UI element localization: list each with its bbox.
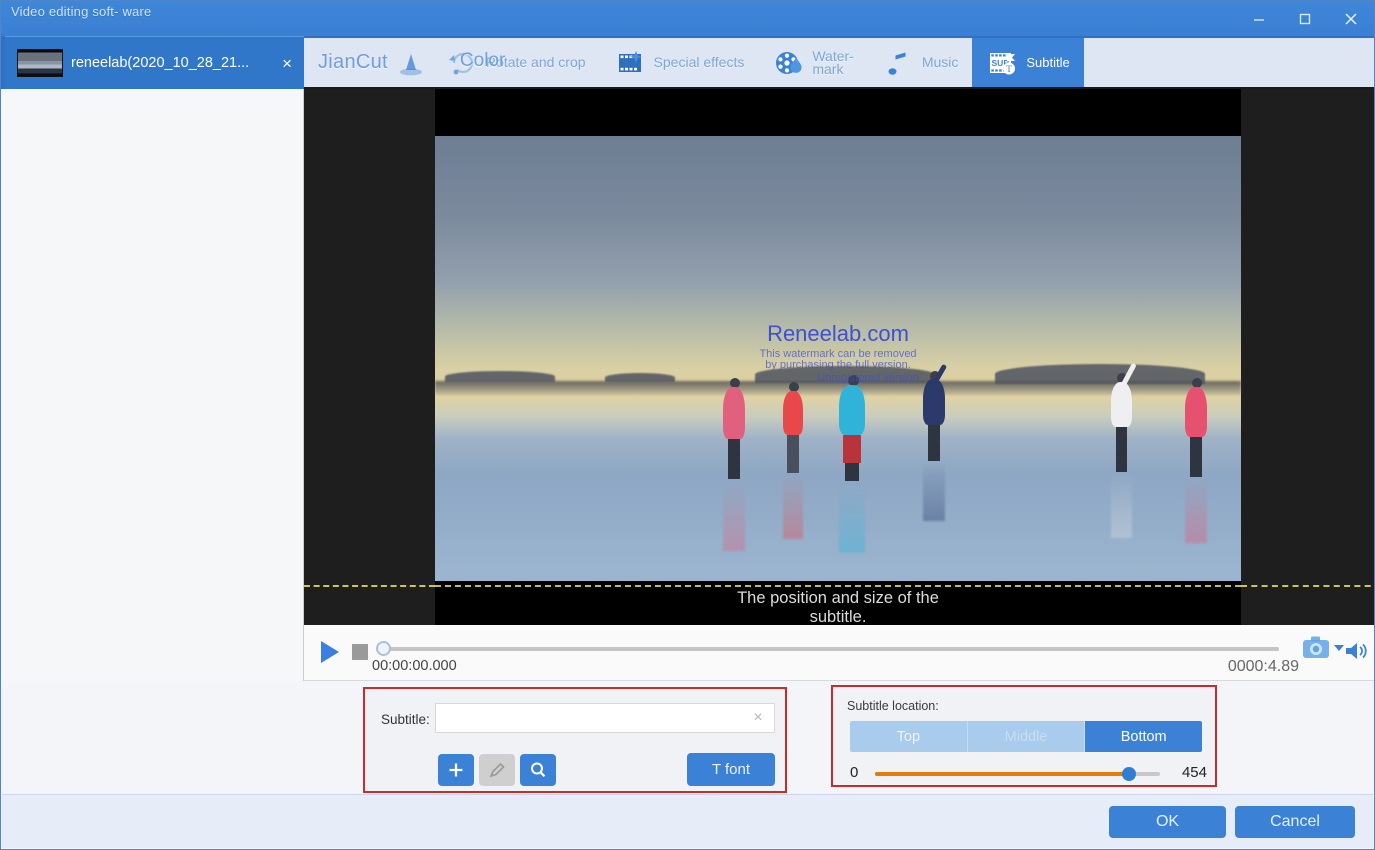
ok-button[interactable]: OK [1109, 806, 1226, 838]
tool-rotate-and-crop[interactable]: Color Rotate and crop [442, 38, 600, 87]
rotate-crop-icon [446, 46, 480, 80]
video-reflection [1185, 477, 1207, 543]
video-reflection [839, 481, 865, 553]
video-person [1185, 378, 1207, 477]
minimize-button[interactable] [1236, 1, 1282, 36]
file-tab-close-icon[interactable]: × [278, 53, 296, 74]
letterbox-top [435, 89, 1241, 136]
subtitle-position-segmented-control: Top Middle Bottom [850, 721, 1202, 752]
player-bar: 00:00:00.000 0000:4.89 [304, 625, 1374, 681]
maximize-button[interactable] [1282, 1, 1328, 36]
snapshot-icon[interactable] [1302, 635, 1332, 666]
video-hill [605, 373, 675, 382]
slider-max-label: 454 [1181, 764, 1207, 781]
tool-watermark-label: Water- mark [812, 47, 854, 77]
video-frame: Reneelab.com This watermark can be remov… [304, 89, 1374, 625]
tool-music-label: Music [921, 54, 959, 70]
subtitle-offset-slider[interactable] [875, 767, 1160, 781]
tool-subtitle[interactable]: SUB T Subtitle [972, 38, 1084, 87]
add-subtitle-button[interactable] [438, 754, 474, 786]
svg-text:T: T [1006, 65, 1012, 75]
tool-subtitle-label: Subtitle [1026, 55, 1070, 70]
play-button[interactable] [314, 637, 344, 667]
video-reflection [923, 461, 945, 521]
window-controls [1236, 1, 1374, 36]
footer-bar: OK Cancel [2, 794, 1373, 848]
video-person [923, 363, 948, 461]
seek-slider[interactable] [376, 641, 1279, 656]
tool-special-effects-label: Special effects [653, 54, 745, 70]
subtitle-offset-slider-row: 0 454 [847, 763, 1207, 785]
stop-button[interactable] [352, 644, 368, 660]
edit-subtitle-button [479, 754, 515, 786]
position-option-top[interactable]: Top [850, 721, 968, 752]
slider-handle[interactable] [1121, 767, 1136, 781]
video-reflection [723, 481, 745, 551]
video-reflection [1111, 472, 1132, 538]
position-option-bottom[interactable]: Bottom [1085, 721, 1202, 752]
find-subtitle-button[interactable] [520, 754, 556, 786]
file-tab-label: reneelab(2020_10_28_21... [71, 55, 250, 71]
app-window: Video editing soft- ware reneelab(2020_1… [0, 0, 1375, 850]
slider-fill [875, 772, 1129, 776]
seek-slider-handle[interactable] [376, 641, 391, 656]
close-button[interactable] [1328, 1, 1374, 36]
video-reflection [783, 473, 803, 539]
video-hill [755, 366, 935, 383]
subtitle-entry-panel: Subtitle: × T font [363, 687, 787, 793]
font-button[interactable]: T font [687, 753, 775, 786]
subtitle-panels-area: Subtitle: × T font Subtitle location: To… [2, 681, 1373, 796]
subtitle-placeholder-text: The position and size of the subtitle. [737, 589, 939, 625]
cancel-button[interactable]: Cancel [1235, 806, 1355, 838]
video-person [1111, 362, 1137, 472]
video-person [723, 378, 745, 479]
subtitle-guide-line [435, 585, 1241, 587]
subtitle-location-label: Subtitle location: [847, 699, 939, 713]
position-option-middle[interactable]: Middle [967, 721, 1086, 752]
tool-watermark[interactable]: Water- mark [758, 38, 867, 87]
subtitle-label: Subtitle: [381, 712, 430, 727]
video-hill [995, 364, 1205, 384]
tool-jiancut-label: JianCut [318, 51, 388, 73]
volume-icon[interactable] [1343, 639, 1369, 668]
tool-special-effects[interactable]: Special effects [600, 38, 759, 87]
special-effects-icon [614, 46, 648, 80]
subtitle-input-wrapper: × [435, 703, 775, 733]
slider-min-label: 0 [850, 764, 859, 781]
subtitle-guide-line-right [1241, 585, 1374, 587]
tool-toolbar: JianCut Color Rotate and crop Special ef… [304, 38, 1374, 89]
tool-jiancut[interactable]: JianCut [304, 38, 442, 87]
watermark-icon [772, 46, 806, 80]
left-side-panel [2, 89, 304, 681]
jiancut-icon [394, 46, 428, 80]
video-preview: Reneelab.com This watermark can be remov… [304, 89, 1374, 625]
app-title: Video editing soft- ware [11, 4, 152, 19]
subtitle-guide-line-left [304, 585, 435, 587]
music-note-icon [882, 46, 916, 80]
video-person [839, 375, 865, 481]
file-tab[interactable]: reneelab(2020_10_28_21... × [5, 36, 304, 89]
file-thumbnail [17, 49, 63, 77]
tool-rotate-and-crop-label: Rotate and crop [485, 54, 586, 70]
video-person [783, 382, 803, 473]
subtitle-input[interactable] [436, 704, 746, 732]
subtitle-clear-icon[interactable]: × [748, 708, 768, 728]
current-time-label: 00:00:00.000 [372, 658, 457, 674]
duration-label: 0000:4.89 [1227, 658, 1299, 675]
video-hill [445, 371, 555, 382]
subtitle-location-panel: Subtitle location: Top Middle Bottom 0 4… [831, 685, 1217, 787]
subtitle-icon: SUB T [986, 46, 1020, 80]
tool-music[interactable]: Music [868, 38, 973, 87]
title-bar: Video editing soft- ware [1, 1, 1374, 36]
